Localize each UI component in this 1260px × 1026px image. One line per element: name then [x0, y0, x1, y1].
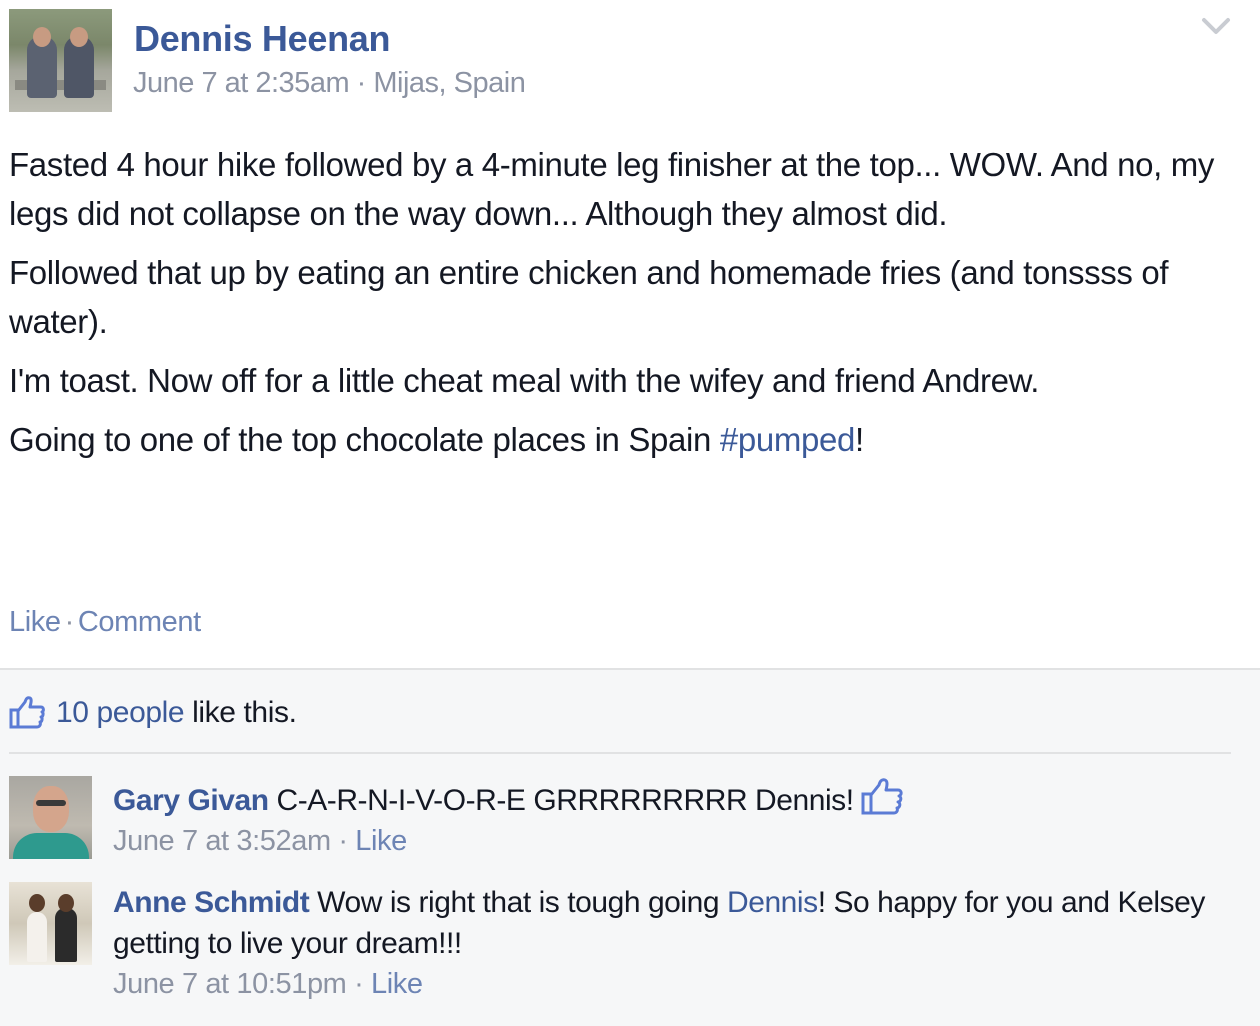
likes-suffix: like this.: [184, 696, 297, 729]
comment-like-link[interactable]: Like: [355, 825, 407, 857]
comment-meta: June 7 at 10:51pm · Like: [113, 968, 1223, 1001]
comment-body: Anne Schmidt Wow is right that is tough …: [113, 882, 1223, 1001]
post-location[interactable]: Mijas, Spain: [373, 67, 525, 99]
chevron-down-icon[interactable]: [1198, 12, 1234, 40]
post-meta: June 7 at 2:35am · Mijas, Spain: [133, 67, 526, 100]
like-link[interactable]: Like: [9, 606, 61, 638]
comment-timestamp[interactable]: June 7 at 3:52am: [113, 825, 331, 857]
post-actions: Like · Comment: [9, 606, 201, 639]
comment-text: Anne Schmidt Wow is right that is tough …: [113, 882, 1223, 964]
commenter-avatar[interactable]: [9, 776, 92, 859]
post-body: Fasted 4 hour hike followed by a 4-minut…: [9, 140, 1249, 474]
post-text-end: !: [855, 421, 864, 458]
action-separator: ·: [64, 606, 75, 638]
comment-message: Wow is right that is tough going: [309, 886, 727, 919]
meta-separator: ·: [330, 825, 356, 857]
divider: [9, 752, 1231, 754]
post-paragraph: Fasted 4 hour hike followed by a 4-minut…: [9, 146, 1215, 232]
post-paragraph: Followed that up by eating an entire chi…: [9, 254, 1169, 340]
facebook-post: Dennis Heenan June 7 at 2:35am · Mijas, …: [0, 0, 1260, 1026]
comment-message: C-A-R-N-I-V-O-R-E GRRRRRRRRR Dennis!: [268, 784, 854, 817]
post-paragraph: I'm toast. Now off for a little cheat me…: [9, 362, 1040, 399]
post-header: Dennis Heenan June 7 at 2:35am · Mijas, …: [0, 0, 1260, 120]
author-name-link[interactable]: Dennis Heenan: [134, 18, 390, 60]
meta-separator: ·: [349, 67, 374, 99]
feedback-section: 10 people like this. Gary Givan C-A-R-N-…: [0, 668, 1260, 1026]
comment-text: Gary Givan C-A-R-N-I-V-O-R-E GRRRRRRRRR …: [113, 776, 1223, 821]
comment-body: Gary Givan C-A-R-N-I-V-O-R-E GRRRRRRRRR …: [113, 776, 1223, 858]
comment-timestamp[interactable]: June 7 at 10:51pm: [113, 968, 347, 1000]
author-avatar[interactable]: [9, 9, 112, 112]
meta-separator: ·: [346, 968, 372, 1000]
likes-people-link[interactable]: 10 people: [56, 696, 185, 729]
comment-meta: June 7 at 3:52am · Like: [113, 825, 1223, 858]
commenter-avatar[interactable]: [9, 882, 92, 965]
comment-link[interactable]: Comment: [78, 606, 201, 638]
commenter-name-link[interactable]: Anne Schmidt: [113, 886, 310, 919]
comment-like-link[interactable]: Like: [371, 968, 423, 1000]
post-text: Going to one of the top chocolate places…: [9, 421, 720, 458]
thumbs-up-icon: [9, 696, 45, 729]
likes-text: 10 people like this.: [56, 696, 297, 730]
post-timestamp[interactable]: June 7 at 2:35am: [133, 67, 350, 99]
hashtag-link[interactable]: #pumped: [720, 421, 856, 458]
post-paragraph-last: Going to one of the top chocolate places…: [9, 415, 1249, 464]
commenter-name-link[interactable]: Gary Givan: [113, 784, 269, 817]
mention-link[interactable]: Dennis: [727, 886, 818, 919]
thumbs-up-icon: [861, 778, 903, 815]
